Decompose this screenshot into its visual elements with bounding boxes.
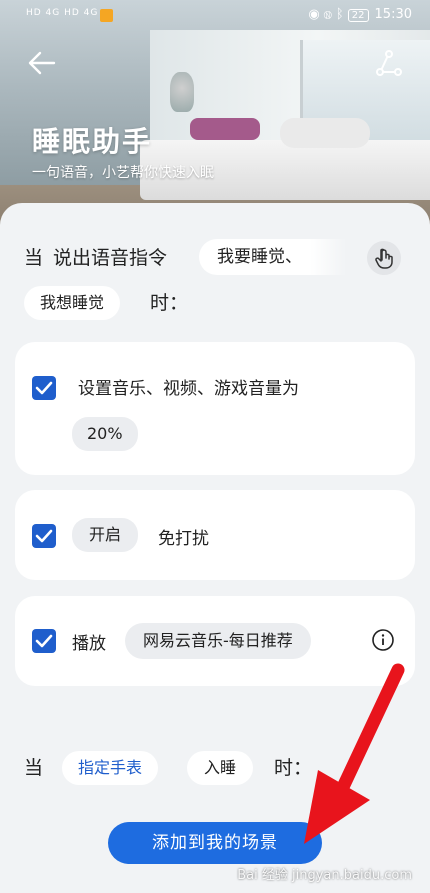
- bluetooth-icon: ᛒ: [335, 7, 344, 22]
- status-right: ◉ Ⓝ ᛒ 22 15:30: [308, 7, 412, 22]
- page-title: 睡眠助手: [32, 125, 153, 158]
- back-arrow-icon: [28, 51, 56, 75]
- dnd-label: 免打扰: [158, 529, 209, 549]
- page-subtitle: 一句语音，小艺帮你快速入眠: [32, 165, 214, 181]
- touch-hand-icon: [375, 248, 393, 269]
- notification-icon: [100, 9, 113, 22]
- eye-icon: ◉: [308, 7, 320, 22]
- voice-condition-row: 当说出语音指令: [24, 240, 167, 276]
- nfc-icon: Ⓝ: [323, 7, 332, 22]
- phrase-chip-2[interactable]: 我想睡觉: [24, 286, 121, 320]
- annotation-arrow: [304, 663, 405, 844]
- volume-action-label: 设置音乐、视频、游戏音量为: [78, 379, 299, 399]
- voice-condition-row-2: 我想睡觉 时：: [24, 286, 188, 320]
- action-card-dnd: 开启 免打扰: [15, 490, 415, 580]
- info-icon: [372, 629, 394, 651]
- music-source-chip[interactable]: 网易云音乐-每日推荐: [125, 623, 311, 659]
- say-command-label: 说出语音指令: [53, 247, 168, 269]
- volume-checkbox[interactable]: [32, 376, 56, 400]
- battery-indicator: 22: [347, 9, 369, 22]
- back-button[interactable]: [26, 48, 58, 78]
- when-label: 当: [24, 247, 44, 269]
- check-icon: [35, 381, 53, 395]
- device-chip[interactable]: 指定手表: [62, 751, 159, 785]
- check-icon: [35, 529, 53, 543]
- watermark: Bai 经验 jingyan.baidu.com: [237, 868, 412, 883]
- when-label-2: 当: [24, 757, 44, 779]
- volume-value-chip[interactable]: 20%: [72, 417, 138, 451]
- condition-suffix: 时：: [150, 292, 189, 314]
- check-icon: [35, 634, 53, 648]
- play-label: 播放: [72, 634, 106, 654]
- info-button[interactable]: [371, 628, 395, 652]
- music-checkbox[interactable]: [32, 629, 56, 653]
- clock: 15:30: [374, 7, 412, 22]
- status-bar: HD 4G HD 4G ◉ Ⓝ ᛒ 22 15:30: [0, 0, 430, 32]
- touch-button[interactable]: [367, 241, 401, 275]
- dnd-toggle-chip[interactable]: 开启: [72, 518, 139, 552]
- dnd-checkbox[interactable]: [32, 524, 56, 548]
- action-card-volume: 设置音乐、视频、游戏音量为 20%: [15, 342, 415, 475]
- sleep-state-chip[interactable]: 入睡: [187, 751, 254, 785]
- signal-indicators: HD 4G HD 4G: [26, 8, 99, 18]
- share-button[interactable]: [374, 48, 404, 78]
- share-icon: [376, 50, 402, 76]
